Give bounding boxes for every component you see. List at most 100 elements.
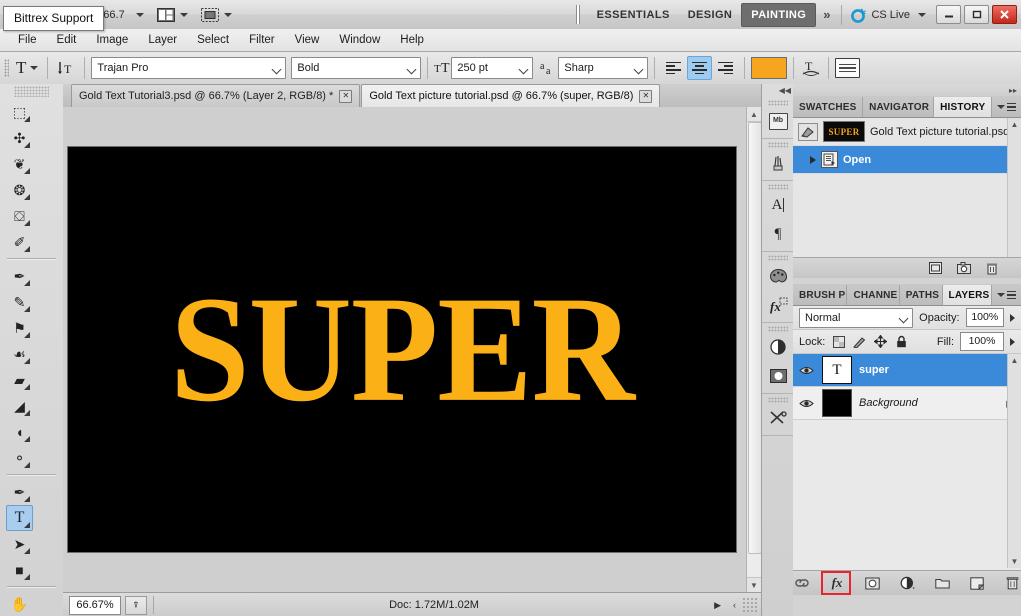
- align-left-button[interactable]: [661, 56, 686, 80]
- minimize-button[interactable]: [936, 5, 961, 24]
- canvas-text-super[interactable]: SUPER: [170, 273, 635, 426]
- workspace-essentials[interactable]: ESSENTIALS: [588, 4, 679, 26]
- artboard[interactable]: SUPER: [68, 147, 736, 552]
- scroll-down-arrow-icon[interactable]: ▼: [747, 577, 761, 592]
- close-icon[interactable]: ✕: [339, 89, 353, 103]
- link-layers-icon[interactable]: [793, 575, 811, 592]
- tool-history-brush[interactable]: ☙: [6, 341, 33, 367]
- font-family-select[interactable]: Trajan Pro: [91, 57, 287, 79]
- delete-layer-icon[interactable]: [1003, 575, 1021, 592]
- history-snapshot-row[interactable]: SUPER Gold Text picture tutorial.psd: [793, 118, 1021, 146]
- more-workspaces-chevron-icon[interactable]: »: [816, 7, 837, 22]
- document-tab-gold-text-tutorial3[interactable]: Gold Text Tutorial3.psd @ 66.7% (Layer 2…: [71, 84, 361, 107]
- tool-dodge[interactable]: ⚬: [6, 445, 33, 471]
- tab-navigator[interactable]: NAVIGATOR: [863, 97, 935, 117]
- workspace-painting[interactable]: PAINTING: [741, 2, 817, 27]
- menu-help[interactable]: Help: [390, 31, 434, 49]
- workspace-design[interactable]: DESIGN: [679, 4, 742, 26]
- history-panel-collapse-icon[interactable]: ▸▸: [793, 84, 1021, 96]
- masks-icon[interactable]: [765, 362, 791, 390]
- tool-pen[interactable]: ✒: [6, 479, 33, 505]
- history-scrollbar[interactable]: ▲: [1007, 118, 1021, 257]
- document-preview-icon[interactable]: ⍒: [125, 595, 147, 615]
- menu-view[interactable]: View: [285, 31, 330, 49]
- history-brush-source-icon[interactable]: [798, 122, 818, 141]
- toggle-text-orientation-button[interactable]: T: [54, 60, 78, 77]
- status-collapse-icon[interactable]: ‹: [727, 600, 742, 610]
- canvas-vertical-scrollbar[interactable]: ▲ ▼: [746, 107, 762, 592]
- opacity-slider-arrow-icon[interactable]: [1010, 313, 1015, 322]
- tool-rectangle-shape[interactable]: ■: [6, 557, 33, 583]
- font-style-select[interactable]: Bold: [291, 57, 422, 79]
- layer-row-background[interactable]: Background: [793, 387, 1021, 420]
- screen-mode-button[interactable]: [195, 3, 237, 27]
- fill-input[interactable]: 100%: [960, 332, 1004, 351]
- layer-visibility-eye-icon[interactable]: [798, 395, 815, 412]
- scroll-up-arrow-icon[interactable]: ▲: [1008, 118, 1021, 129]
- layers-panel-menu-button[interactable]: [992, 285, 1021, 305]
- color-palette-icon[interactable]: [765, 262, 791, 290]
- active-tool-preset-picker[interactable]: T: [13, 58, 41, 78]
- layer-name-super[interactable]: super: [859, 364, 1016, 376]
- tool-paint-bucket[interactable]: ◢: [6, 393, 33, 419]
- tab-swatches[interactable]: SWATCHES: [793, 97, 864, 117]
- adjustments-icon[interactable]: [765, 333, 791, 361]
- menu-layer[interactable]: Layer: [138, 31, 187, 49]
- close-button[interactable]: [992, 5, 1017, 24]
- menu-image[interactable]: Image: [86, 31, 138, 49]
- blend-mode-select[interactable]: Normal: [799, 307, 914, 328]
- tool-rectangular-marquee[interactable]: ⬚: [6, 99, 33, 125]
- fill-slider-arrow-icon[interactable]: [1010, 337, 1015, 346]
- cs-live-button[interactable]: CS Live: [846, 7, 930, 23]
- close-icon[interactable]: ✕: [639, 89, 653, 103]
- tool-path-selection[interactable]: ➤: [6, 531, 33, 557]
- toggle-character-paragraph-panels-button[interactable]: [835, 58, 861, 78]
- tool-presets-icon[interactable]: [765, 404, 791, 432]
- scroll-down-arrow-icon[interactable]: ▼: [1008, 557, 1021, 566]
- menu-window[interactable]: Window: [329, 31, 390, 49]
- tab-brush-presets[interactable]: BRUSH P: [793, 285, 848, 305]
- layers-scrollbar[interactable]: ▲ ▼: [1007, 354, 1021, 568]
- layer-visibility-eye-icon[interactable]: [798, 362, 815, 379]
- styles-fx-icon[interactable]: fx: [765, 291, 791, 319]
- tab-paths[interactable]: PATHS: [900, 285, 943, 305]
- tool-lasso[interactable]: ❦: [6, 151, 33, 177]
- scrollbar-thumb[interactable]: [748, 122, 762, 554]
- scroll-up-arrow-icon[interactable]: ▲: [747, 107, 761, 122]
- document-tab-gold-text-picture-tutorial[interactable]: Gold Text picture tutorial.psd @ 66.7% (…: [361, 84, 661, 107]
- delete-state-icon[interactable]: [984, 261, 999, 275]
- tool-hand[interactable]: ✋: [6, 591, 33, 616]
- expand-triangle-icon[interactable]: [810, 155, 816, 164]
- new-layer-icon[interactable]: [968, 575, 986, 592]
- history-state-open[interactable]: Open: [793, 146, 1021, 174]
- expand-dock-icon[interactable]: ◀◀: [762, 84, 794, 97]
- add-layer-mask-icon[interactable]: [863, 575, 881, 592]
- menu-filter[interactable]: Filter: [239, 31, 285, 49]
- arrange-documents-button[interactable]: [151, 3, 193, 27]
- tab-layers[interactable]: LAYERS: [942, 285, 993, 305]
- new-snapshot-icon[interactable]: [956, 261, 971, 275]
- align-right-button[interactable]: [713, 56, 738, 80]
- tool-quick-selection[interactable]: ❂: [6, 177, 33, 203]
- canvas-area[interactable]: SUPER ▲ ▼: [63, 107, 762, 592]
- opacity-input[interactable]: 100%: [965, 308, 1004, 327]
- resize-grip[interactable]: [742, 597, 758, 613]
- lock-position-icon[interactable]: [873, 334, 888, 349]
- paragraph-panel-icon[interactable]: ¶: [765, 220, 791, 248]
- tool-blur[interactable]: ◖: [6, 419, 33, 445]
- tool-clone-stamp[interactable]: ⚑: [6, 315, 33, 341]
- scroll-up-arrow-icon[interactable]: ▲: [1008, 354, 1021, 365]
- font-size-select[interactable]: 250 pt: [451, 57, 534, 79]
- anti-alias-select[interactable]: Sharp: [558, 57, 649, 79]
- add-layer-style-fx-button[interactable]: fx: [821, 570, 851, 595]
- menu-select[interactable]: Select: [187, 31, 239, 49]
- layer-name-background[interactable]: Background: [859, 397, 999, 409]
- mini-bridge-icon[interactable]: Mb: [765, 107, 791, 135]
- tool-eraser[interactable]: ▰: [6, 367, 33, 393]
- character-panel-icon[interactable]: A: [765, 191, 791, 219]
- menu-edit[interactable]: Edit: [47, 31, 87, 49]
- tab-channels[interactable]: CHANNE: [847, 285, 900, 305]
- tool-crop[interactable]: ⛋: [6, 203, 33, 229]
- lock-transparent-pixels-icon[interactable]: [831, 334, 846, 349]
- tool-eyedropper[interactable]: ✐: [6, 229, 33, 255]
